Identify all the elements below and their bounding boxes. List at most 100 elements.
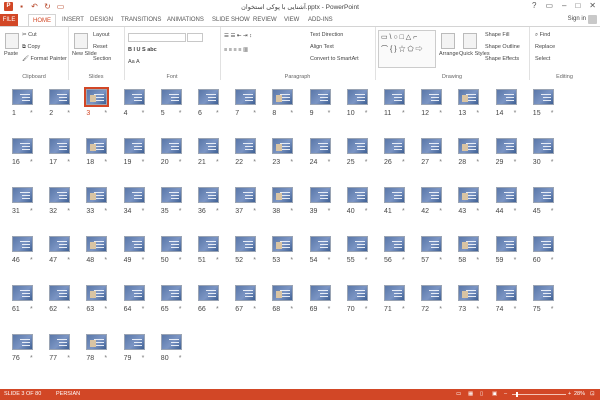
slide-thumbnail[interactable] <box>12 285 33 301</box>
tab-view[interactable]: VIEW <box>280 14 303 26</box>
transition-star-icon[interactable]: * <box>514 208 517 215</box>
transition-star-icon[interactable]: * <box>514 110 517 117</box>
transition-star-icon[interactable]: * <box>216 306 219 313</box>
slide-thumbnail[interactable] <box>123 285 145 301</box>
slide-thumbnail[interactable] <box>12 334 33 350</box>
slide-thumbnail[interactable] <box>198 138 219 154</box>
zoom-slider-thumb[interactable] <box>516 392 518 397</box>
slide-thumbnail[interactable] <box>421 138 443 154</box>
transition-star-icon[interactable]: * <box>216 208 219 215</box>
slide-thumbnail[interactable] <box>49 138 71 154</box>
transition-star-icon[interactable]: * <box>179 355 182 362</box>
slide-thumbnail[interactable] <box>86 285 108 301</box>
slide-thumbnail[interactable] <box>384 138 405 154</box>
slide-thumbnail[interactable] <box>309 138 331 154</box>
slide-thumbnail[interactable] <box>272 89 294 105</box>
bullets-button[interactable]: ☰ ☰ ⇤ ⇥ ↕ <box>224 33 252 39</box>
slide-thumbnail[interactable] <box>309 285 331 301</box>
arrange-icon[interactable] <box>441 33 455 49</box>
transition-star-icon[interactable]: * <box>365 257 368 264</box>
align-text-button[interactable]: Align Text <box>310 44 334 50</box>
slide-thumbnail[interactable] <box>495 285 517 301</box>
language-indicator[interactable]: PERSIAN <box>56 391 80 397</box>
tab-insert[interactable]: INSERT <box>58 14 88 26</box>
slide-thumbnail[interactable] <box>532 89 554 105</box>
transition-star-icon[interactable]: * <box>328 159 331 166</box>
slide-thumbnail[interactable] <box>235 138 257 154</box>
transition-star-icon[interactable]: * <box>104 110 107 117</box>
slide-thumbnail[interactable] <box>86 334 108 350</box>
slide-sorter[interactable]: 1 * 2 * 3 * 4 * 5 * 6 * 7 * 8 * 9 * 10 * 11 * 12 * 13 * 14 * 15 * 16 * 1… <box>0 80 600 389</box>
transition-star-icon[interactable]: * <box>402 257 405 264</box>
slide-thumbnail[interactable] <box>198 89 219 105</box>
copy-button[interactable]: ⧉ Copy <box>22 44 40 51</box>
transition-star-icon[interactable]: * <box>253 208 256 215</box>
transition-star-icon[interactable]: * <box>67 159 70 166</box>
tab-transitions[interactable]: TRANSITIONS <box>117 14 165 26</box>
transition-star-icon[interactable]: * <box>67 208 70 215</box>
slide-sorter-icon[interactable]: ▦ <box>468 391 473 397</box>
slide-thumbnail[interactable] <box>272 285 294 301</box>
transition-star-icon[interactable]: * <box>179 208 182 215</box>
transition-star-icon[interactable]: * <box>514 306 517 313</box>
transition-star-icon[interactable]: * <box>328 306 331 313</box>
slide-thumbnail[interactable] <box>235 89 257 105</box>
slide-thumbnail[interactable] <box>384 89 405 105</box>
transition-star-icon[interactable]: * <box>30 110 33 117</box>
font-name-field[interactable] <box>128 33 186 42</box>
select-button[interactable]: Select <box>535 56 550 62</box>
sign-in-link[interactable]: Sign in <box>568 16 586 22</box>
zoom-slider[interactable] <box>512 394 566 395</box>
transition-star-icon[interactable]: * <box>142 208 145 215</box>
transition-star-icon[interactable]: * <box>514 257 517 264</box>
transition-star-icon[interactable]: * <box>365 306 368 313</box>
convert-smartart-button[interactable]: Convert to SmartArt <box>310 56 359 62</box>
transition-star-icon[interactable]: * <box>439 306 442 313</box>
transition-star-icon[interactable]: * <box>365 110 368 117</box>
tab-slide-show[interactable]: SLIDE SHOW <box>208 14 254 26</box>
slide-thumbnail[interactable] <box>160 187 182 203</box>
slide-thumbnail[interactable] <box>532 187 554 203</box>
slide-thumbnail[interactable] <box>384 236 405 252</box>
slide-thumbnail[interactable] <box>458 89 480 105</box>
slide-thumbnail[interactable] <box>532 236 554 252</box>
transition-star-icon[interactable]: * <box>551 208 554 215</box>
slide-thumbnail[interactable] <box>160 236 182 252</box>
slide-thumbnail[interactable] <box>458 285 480 301</box>
slide-thumbnail[interactable] <box>309 236 331 252</box>
text-direction-button[interactable]: Text Direction <box>310 32 343 38</box>
tab-animations[interactable]: ANIMATIONS <box>163 14 208 26</box>
slide-thumbnail[interactable] <box>272 138 294 154</box>
slide-thumbnail[interactable] <box>272 236 294 252</box>
transition-star-icon[interactable]: * <box>142 306 145 313</box>
slide-thumbnail[interactable] <box>495 236 517 252</box>
fit-slide-icon[interactable]: ⊡ <box>590 391 595 397</box>
transition-star-icon[interactable]: * <box>476 159 479 166</box>
transition-star-icon[interactable]: * <box>402 110 405 117</box>
slide-thumbnail[interactable] <box>86 236 108 252</box>
transition-star-icon[interactable]: * <box>551 159 554 166</box>
transition-star-icon[interactable]: * <box>439 257 442 264</box>
slide-thumbnail[interactable] <box>309 187 331 203</box>
transition-star-icon[interactable]: * <box>30 257 33 264</box>
zoom-out-icon[interactable]: – <box>504 391 507 397</box>
transition-star-icon[interactable]: * <box>328 208 331 215</box>
shape-fill-button[interactable]: Shape Fill <box>485 32 509 38</box>
layout-button[interactable]: Layout <box>93 32 110 38</box>
slide-thumbnail[interactable] <box>495 138 517 154</box>
slide-thumbnail[interactable] <box>495 187 517 203</box>
slide-thumbnail[interactable] <box>123 236 145 252</box>
paste-button[interactable]: Paste <box>4 51 18 57</box>
transition-star-icon[interactable]: * <box>402 306 405 313</box>
transition-star-icon[interactable]: * <box>290 159 293 166</box>
tab-file[interactable]: FILE <box>0 14 18 26</box>
arrange-button[interactable]: Arrange <box>439 51 459 57</box>
slide-thumbnail[interactable] <box>49 334 71 350</box>
transition-star-icon[interactable]: * <box>402 208 405 215</box>
transition-star-icon[interactable]: * <box>179 110 182 117</box>
font-size-field[interactable] <box>187 33 203 42</box>
transition-star-icon[interactable]: * <box>142 110 145 117</box>
minimize-icon[interactable]: – <box>562 1 566 10</box>
slide-thumbnail[interactable] <box>12 138 33 154</box>
transition-star-icon[interactable]: * <box>104 257 107 264</box>
